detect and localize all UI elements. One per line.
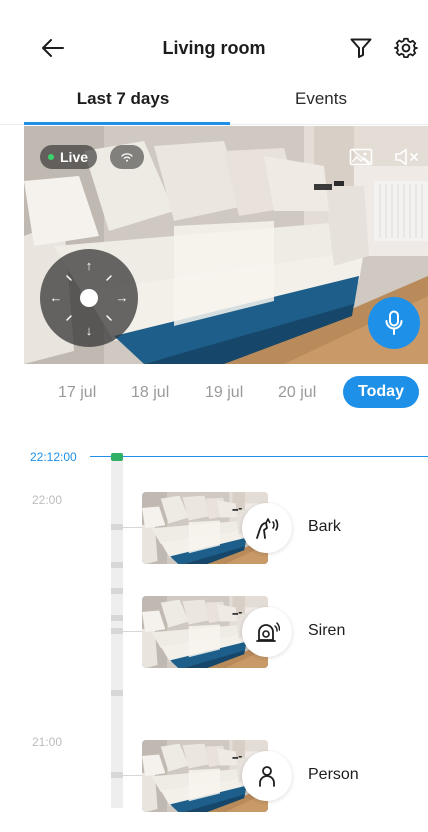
current-time-label: 22:12:00 <box>30 450 77 464</box>
speaker-muted-icon <box>395 148 418 166</box>
date-17-jul[interactable]: 17 jul <box>58 376 96 410</box>
date-selector: 17 jul 18 jul 19 jul 20 jul Today <box>0 376 428 410</box>
current-time-line <box>90 456 428 457</box>
filter-button[interactable] <box>349 36 373 60</box>
tab-events[interactable]: Events <box>214 80 428 126</box>
timeline-tick <box>111 588 123 594</box>
event-icon-siren[interactable] <box>242 607 292 657</box>
person-icon <box>259 766 275 787</box>
event-label-bark[interactable]: Bark <box>308 518 341 536</box>
live-badge[interactable]: Live <box>40 145 98 169</box>
event-icon-person[interactable] <box>242 751 292 801</box>
gear-icon <box>394 37 418 59</box>
settings-button[interactable] <box>393 35 419 61</box>
live-indicator-dot <box>48 154 54 160</box>
bark-icon <box>256 518 279 539</box>
event-label-siren[interactable]: Siren <box>308 622 345 640</box>
filter-icon <box>350 38 372 58</box>
ptz-center-knob[interactable] <box>80 289 98 307</box>
date-19-jul[interactable]: 19 jul <box>205 376 243 410</box>
timeline-tick <box>111 628 123 634</box>
hour-label-22: 22:00 <box>32 493 63 507</box>
date-18-jul[interactable]: 18 jul <box>131 376 169 410</box>
timeline-tick <box>111 615 123 621</box>
microphone-icon <box>385 310 403 335</box>
event-connector <box>123 631 142 632</box>
tab-last-7-days[interactable]: Last 7 days <box>16 80 230 126</box>
mute-button[interactable] <box>394 147 420 167</box>
timeline-tick <box>111 772 123 778</box>
talk-button[interactable] <box>368 297 420 349</box>
event-connector <box>123 527 142 528</box>
wifi-icon <box>121 153 133 162</box>
active-tab-indicator <box>24 122 230 125</box>
timeline-tick <box>111 562 123 568</box>
event-icon-bark[interactable] <box>242 503 292 553</box>
date-20-jul[interactable]: 20 jul <box>278 376 316 410</box>
date-today[interactable]: Today <box>343 376 419 408</box>
connection-badge[interactable] <box>110 145 144 169</box>
snapshot-off-button[interactable] <box>348 147 374 167</box>
camera-live-view[interactable]: Live ↑ ↓ ← → <box>24 126 428 364</box>
timeline-tick <box>111 690 123 696</box>
live-label: Live <box>60 149 89 165</box>
timeline-tick <box>111 524 123 530</box>
event-label-person[interactable]: Person <box>308 766 359 784</box>
app-header: Living room <box>0 0 428 80</box>
timeline-now-handle[interactable] <box>111 453 123 461</box>
hour-label-21: 21:00 <box>32 735 63 749</box>
event-connector <box>123 775 142 776</box>
tab-bar: Last 7 days Events <box>0 80 428 126</box>
siren-icon <box>256 622 280 642</box>
ptz-joystick[interactable]: ↑ ↓ ← → <box>40 249 138 347</box>
image-off-icon <box>349 148 373 166</box>
